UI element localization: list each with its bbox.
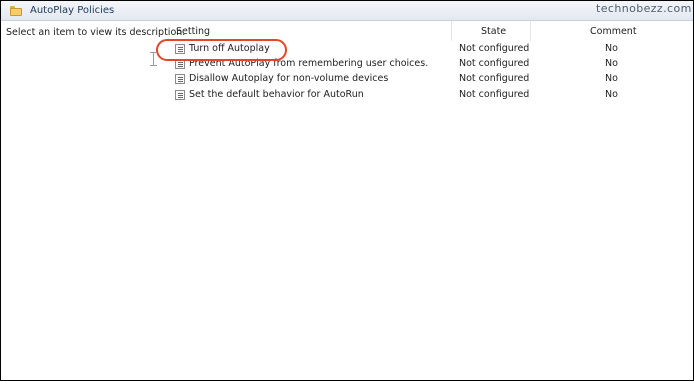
- policy-state: Not configured: [459, 89, 530, 100]
- policy-row[interactable]: Disallow Autoplay for non-volume devices…: [172, 72, 672, 87]
- column-separator[interactable]: [530, 21, 531, 41]
- policy-state: Not configured: [459, 58, 530, 69]
- policy-setting-name: Disallow Autoplay for non-volume devices: [189, 73, 389, 84]
- watermark: technobezz.com: [596, 2, 692, 15]
- column-separator[interactable]: [451, 21, 452, 41]
- policy-row[interactable]: Set the default behavior for AutoRun Not…: [172, 88, 672, 103]
- policy-setting-name: Set the default behavior for AutoRun: [189, 89, 364, 100]
- policy-comment: No: [605, 43, 618, 54]
- description-text: Select an item to view its description.: [6, 27, 186, 38]
- text-cursor-icon: [150, 52, 157, 66]
- policy-comment: No: [605, 73, 618, 84]
- policy-state: Not configured: [459, 73, 530, 84]
- policy-setting-icon: [175, 74, 185, 84]
- policy-state: Not configured: [459, 43, 530, 54]
- policy-comment: No: [605, 89, 618, 100]
- policy-setting-icon: [175, 90, 185, 100]
- policy-comment: No: [605, 58, 618, 69]
- folder-icon: [10, 6, 22, 16]
- page-title: AutoPlay Policies: [30, 5, 115, 16]
- header-bar: AutoPlay Policies: [1, 1, 693, 21]
- column-header-setting[interactable]: Setting: [176, 26, 210, 37]
- column-header-state[interactable]: State: [481, 26, 506, 37]
- highlight-annotation: [156, 39, 287, 61]
- column-header-comment[interactable]: Comment: [590, 26, 637, 37]
